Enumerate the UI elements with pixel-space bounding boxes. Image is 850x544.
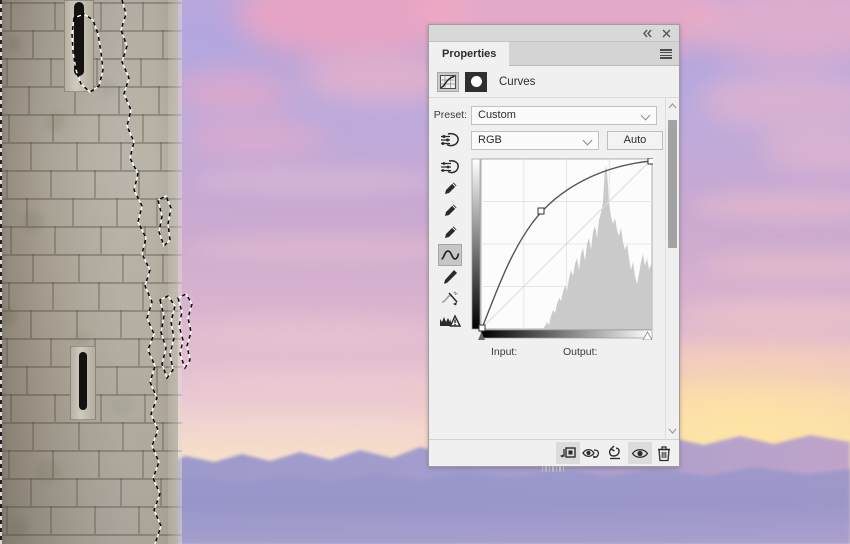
arrow-slit-opening xyxy=(79,352,87,410)
black-point-eyedropper-icon[interactable] xyxy=(438,178,462,200)
curve-point-tool-icon[interactable] xyxy=(438,244,462,266)
channel-value: RGB xyxy=(478,134,502,146)
panel-vertical-scrollbar[interactable] xyxy=(665,98,679,438)
adjustment-header: Curves xyxy=(429,66,679,98)
gray-point-eyedropper-icon[interactable] xyxy=(438,200,462,222)
preset-label: Preset: xyxy=(433,109,467,121)
white-point-eyedropper-icon[interactable] xyxy=(438,222,462,244)
curves-adjustment-icon[interactable] xyxy=(437,71,459,92)
input-label: Input: xyxy=(491,346,518,358)
cloud-streak xyxy=(186,320,446,346)
curves-tool-rail xyxy=(429,156,471,332)
curves-graph[interactable] xyxy=(471,158,653,340)
auto-button[interactable]: Auto xyxy=(607,130,663,150)
midtone-node xyxy=(537,207,545,215)
channel-row: RGB Auto xyxy=(429,129,667,151)
black-point-node xyxy=(478,324,486,332)
clip-to-layer-button[interactable] xyxy=(556,442,580,464)
chevron-down-icon[interactable] xyxy=(666,424,679,437)
layer-mask-thumbnail-icon[interactable] xyxy=(465,71,487,92)
output-label: Output: xyxy=(563,346,598,358)
preset-value: Custom xyxy=(478,109,516,121)
preset-select[interactable]: Custom xyxy=(471,105,657,125)
tower-masonry-surface xyxy=(0,0,182,544)
toggle-layer-visibility-button[interactable] xyxy=(628,442,652,464)
panel-tab-strip[interactable]: Properties xyxy=(429,42,679,66)
input-gradient-ramp xyxy=(480,329,653,339)
adjustment-title: Curves xyxy=(499,75,536,88)
panel-footer-toolbar xyxy=(429,439,679,472)
channel-select[interactable]: RGB xyxy=(471,130,599,150)
tab-properties-label: Properties xyxy=(442,48,497,60)
reset-adjustment-button[interactable] xyxy=(604,442,628,464)
clipping-warning-icon[interactable] xyxy=(438,310,462,332)
chevron-up-icon[interactable] xyxy=(666,99,679,112)
white-point-node xyxy=(647,158,653,165)
arrow-slit-opening xyxy=(74,2,84,76)
panel-resize-grip[interactable] xyxy=(539,466,567,472)
collapse-to-icons-icon[interactable] xyxy=(641,27,654,40)
tower-edge-highlight xyxy=(168,0,182,544)
panel-body: Preset: Custom RGB Auto Input: Output: xyxy=(429,98,679,438)
on-image-adjust-icon[interactable] xyxy=(438,156,462,178)
close-icon[interactable] xyxy=(660,27,673,40)
io-readout-labels: Input: Output: xyxy=(471,346,661,360)
properties-panel[interactable]: Properties Curves Preset: Custom RGB Aut… xyxy=(428,24,680,472)
on-image-adjustment-target-icon[interactable] xyxy=(429,131,471,149)
panel-titlebar[interactable] xyxy=(429,25,679,42)
chevron-down-icon xyxy=(582,135,593,145)
output-gradient-ramp xyxy=(471,158,481,330)
tab-properties[interactable]: Properties xyxy=(429,42,510,66)
auto-button-label: Auto xyxy=(623,134,647,146)
delete-adjustment-layer-button[interactable] xyxy=(652,442,676,464)
smooth-curve-values-icon[interactable] xyxy=(438,288,462,310)
chevron-down-icon xyxy=(640,110,651,120)
panel-menu-hamburger-icon[interactable] xyxy=(660,49,672,59)
stone-tower-photo-layer xyxy=(0,0,182,544)
preset-row: Preset: Custom xyxy=(429,105,667,125)
toggle-layer-mask-button[interactable] xyxy=(580,442,604,464)
photoshop-document-canvas: Properties Curves Preset: Custom RGB Aut… xyxy=(0,0,850,544)
cloud-streak xyxy=(190,168,440,194)
scrollbar-thumb[interactable] xyxy=(668,120,677,248)
pencil-draw-curve-icon[interactable] xyxy=(438,266,462,288)
